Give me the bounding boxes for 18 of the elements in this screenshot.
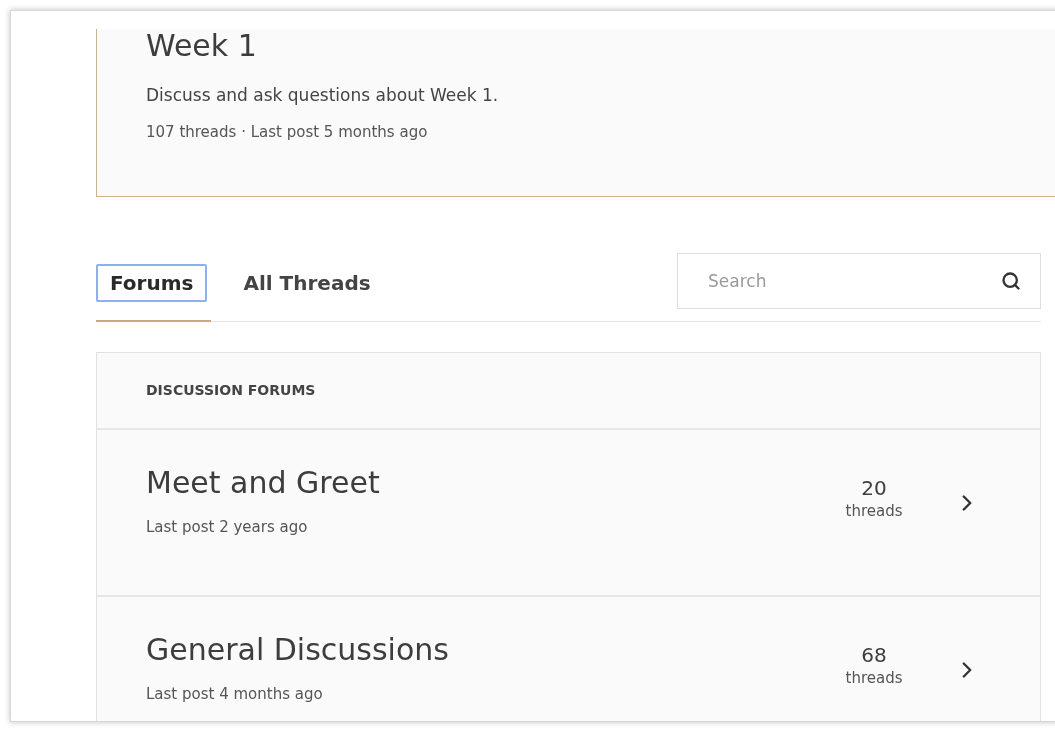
forum-title: Week 1 [146,31,258,61]
last-post: Last post 4 months ago [146,684,324,705]
forum-description: Discuss and ask questions about Week 1. [146,84,500,107]
last-post: Last post 2 years ago [146,517,309,538]
section-heading: DISCUSSION FORUMS [146,381,316,400]
forum-meta: 107 threads · Last post 5 months ago [146,121,429,143]
thread-count-label: threads [845,668,903,689]
forum-title: General Discussions [146,631,450,669]
forum-title: Meet and Greet [146,464,381,502]
forum-row[interactable]: General Discussions Last post 4 months ago 68 threads [97,597,1040,721]
tab[interactable]: All Threads [231,264,383,302]
tab[interactable]: Forums [96,264,208,302]
thread-count: 68 [861,643,887,667]
search-icon[interactable] [1001,271,1021,291]
thread-count-label: threads [845,501,903,522]
search-field[interactable]: Search [677,253,1041,309]
thread-count: 20 [861,476,887,500]
forum-row[interactable]: Meet and Greet Last post 2 years ago 20 threads [97,430,1040,597]
